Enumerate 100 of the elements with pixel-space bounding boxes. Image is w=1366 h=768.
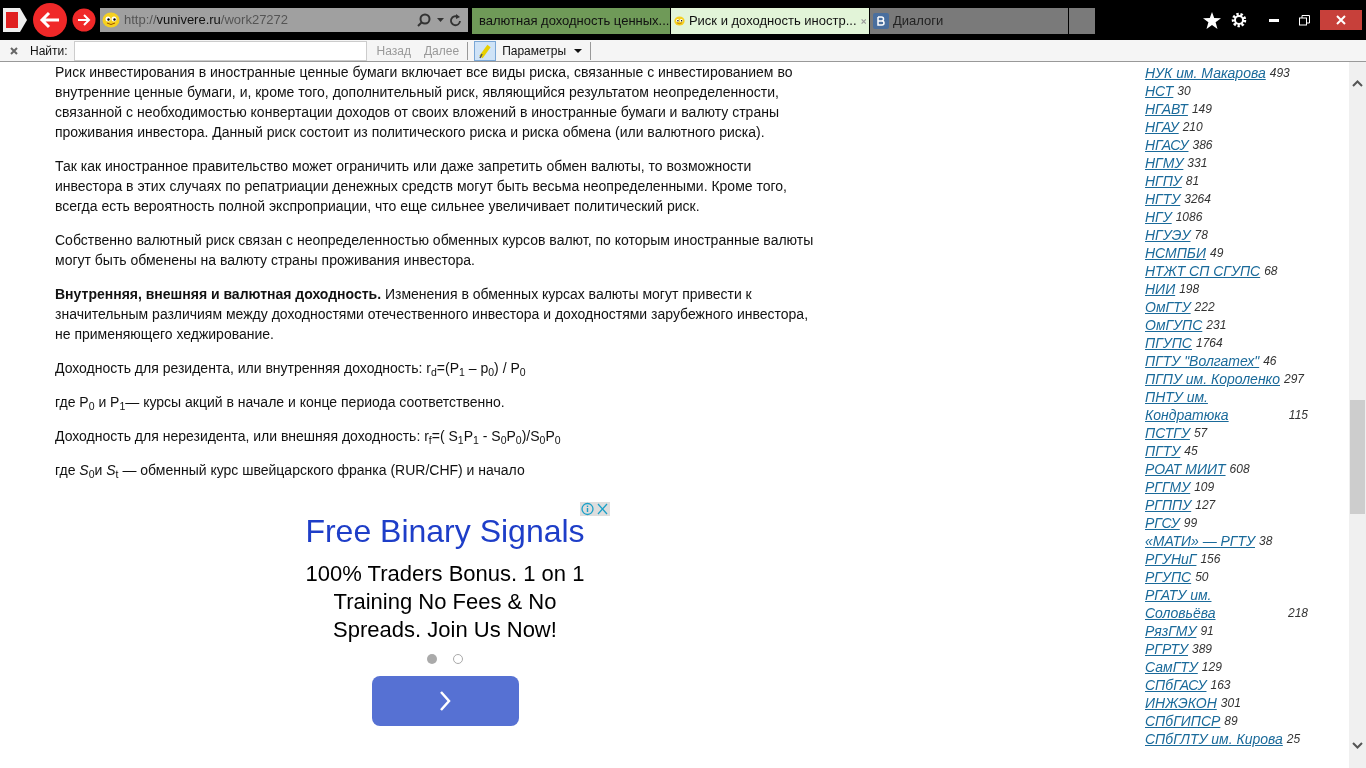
chevron-right-icon bbox=[439, 690, 451, 712]
scrollbar[interactable] bbox=[1349, 62, 1366, 768]
count-text: 1086 bbox=[1175, 209, 1203, 226]
sidebar-link[interactable]: РГАТУ им. Соловьёва bbox=[1145, 586, 1284, 622]
find-label: Найти: bbox=[30, 42, 68, 60]
count-text: 68 bbox=[1264, 263, 1278, 280]
sidebar-link[interactable]: РГРТУ bbox=[1145, 640, 1188, 658]
sidebar-link[interactable]: НГАСУ bbox=[1145, 136, 1189, 154]
sidebar-link[interactable]: СамГТУ bbox=[1145, 658, 1198, 676]
ad-headline[interactable]: Free Binary Signals bbox=[305, 512, 585, 550]
count-text: 493 bbox=[1269, 65, 1290, 82]
sidebar-link[interactable]: РГСУ bbox=[1145, 514, 1180, 532]
sidebar-link[interactable]: ОмГУПС bbox=[1145, 316, 1203, 334]
next-button[interactable] bbox=[371, 676, 519, 726]
sidebar-link[interactable]: НГПУ bbox=[1145, 172, 1182, 190]
sidebar-link[interactable]: НГУЭУ bbox=[1145, 226, 1191, 244]
back-icon[interactable] bbox=[32, 2, 68, 38]
count-text: 99 bbox=[1183, 515, 1198, 532]
count-text: 1764 bbox=[1195, 335, 1223, 352]
find-field[interactable] bbox=[73, 40, 367, 61]
settings-icon[interactable] bbox=[1231, 12, 1247, 28]
count-text: 301 bbox=[1220, 695, 1241, 712]
smiley-icon bbox=[102, 12, 120, 28]
count-text: 45 bbox=[1184, 443, 1198, 460]
sidebar-link[interactable]: НГТУ bbox=[1145, 190, 1181, 208]
count-text: 163 bbox=[1210, 677, 1231, 694]
search-icon[interactable] bbox=[417, 13, 431, 27]
count-text: 149 bbox=[1191, 101, 1212, 118]
scroll-up-icon[interactable] bbox=[1352, 80, 1363, 87]
minimize-icon[interactable] bbox=[1269, 18, 1279, 22]
sidebar-link[interactable]: РГГМУ bbox=[1145, 478, 1191, 496]
close-window-button[interactable] bbox=[1320, 10, 1362, 30]
dropdown-icon bbox=[574, 48, 583, 53]
sidebar-link[interactable]: РГУНиГ bbox=[1145, 550, 1197, 568]
sidebar-link[interactable]: РОАТ МИИТ bbox=[1145, 460, 1226, 478]
sidebar-link[interactable]: ПНТУ им. Кондратюка bbox=[1145, 388, 1285, 424]
paragraph: Риск инвестирования в иностранные ценные бумаги включает все виды риска, связанные с инвестированием во внутренние ценные бумаги, и, кроме того, дополнительный риск, являющийся результатом неопределенности, связанной с необходимостью конвертации доходов от своих вложений в иностранные бумаги и валюту страны проживания инвестора. Данный риск состоит из политического риска и риска обмена (или валютного риска). bbox=[55, 63, 794, 142]
forward-icon[interactable] bbox=[72, 8, 96, 32]
close-icon[interactable] bbox=[10, 46, 18, 55]
count-text: 127 bbox=[1195, 497, 1216, 514]
sidebar-link[interactable]: НГУ bbox=[1145, 208, 1172, 226]
sidebar-link[interactable]: ИНЖЭКОН bbox=[1145, 694, 1217, 712]
browser-tab[interactable]: Диалоги bbox=[870, 8, 1069, 34]
count-text: 78 bbox=[1194, 227, 1208, 244]
address-bar[interactable]: http://vunivere.ru/work27272 bbox=[100, 8, 468, 32]
sidebar-link[interactable]: ОмГТУ bbox=[1145, 298, 1191, 316]
browser-tab[interactable]: валютная доходность ценных... bbox=[472, 8, 671, 34]
count-text: 389 bbox=[1192, 641, 1213, 658]
count-text: 218 bbox=[1287, 605, 1308, 622]
sidebar-link[interactable]: НГМУ bbox=[1145, 154, 1184, 172]
count-text: 231 bbox=[1206, 317, 1227, 334]
sidebar-link[interactable]: РГУПС bbox=[1145, 568, 1192, 586]
count-text: 115 bbox=[1288, 407, 1308, 424]
smiley-icon bbox=[674, 13, 685, 29]
sidebar-link[interactable]: ПГТУ bbox=[1145, 442, 1181, 460]
sidebar-link[interactable]: НГАВТ bbox=[1145, 100, 1188, 118]
sidebar-link[interactable]: СПбГЛТУ им. Кирова bbox=[1145, 730, 1283, 748]
count-text: 3264 bbox=[1184, 191, 1211, 208]
paragraph: Доходность для нерезидента, или внешняя доходность: r$_{f}$=( S$_{1}$P$_{1}$ - S$_{0}$P$_{0}$)/S$_{0}$P$_{0}$ bbox=[55, 427, 562, 446]
refresh-icon[interactable] bbox=[450, 13, 462, 27]
sidebar-link[interactable]: НТЖТ СП СГУПС bbox=[1145, 262, 1261, 280]
sidebar-link[interactable]: ПГТУ "Волгатех" bbox=[1145, 352, 1260, 370]
paragraph: Доходность для резидента, или внутренняя доходность: r$_{d}$=(P$_{1}$ – p$_{0}$) / P$_{0}$ bbox=[55, 359, 527, 378]
sidebar-link[interactable]: ПСТГУ bbox=[1145, 424, 1190, 442]
sidebar-link[interactable]: СПбГИПСР bbox=[1145, 712, 1221, 730]
paragraph: где S$_{0}$и S$_{t}$ — обменный курс швейцарского франка (RUR/CHF) и начало bbox=[55, 461, 526, 480]
sidebar-link[interactable]: ПГУПС bbox=[1145, 334, 1192, 352]
count-text: 30 bbox=[1177, 83, 1191, 100]
sidebar-link[interactable]: ПГПУ им. Короленко bbox=[1145, 370, 1280, 388]
count-text: 608 bbox=[1229, 461, 1250, 478]
sidebar-link[interactable]: НСМПБИ bbox=[1145, 244, 1206, 262]
sidebar-link[interactable]: НИИ bbox=[1145, 280, 1176, 298]
scroll-down-icon[interactable] bbox=[1352, 742, 1363, 749]
dropdown-icon[interactable] bbox=[437, 18, 444, 22]
sidebar-link[interactable]: РГППУ bbox=[1145, 496, 1192, 514]
count-text: 91 bbox=[1200, 623, 1214, 640]
count-text: 46 bbox=[1263, 353, 1277, 370]
count-text: 38 bbox=[1259, 533, 1273, 550]
count-text: 50 bbox=[1195, 569, 1209, 586]
paragraph: Внутренняя, внешняя и валютная доходность. Изменения в обменных курсах валюты могут привести к значительным различиям между доходностями отечественного инвестора и доходностями зарубежного инвестора, не применяющего хеджирование. bbox=[55, 285, 810, 344]
favorites-star-icon[interactable] bbox=[1203, 11, 1221, 29]
count-text: 297 bbox=[1284, 371, 1305, 388]
sidebar-link[interactable]: СПбГАСУ bbox=[1145, 676, 1207, 694]
count-text: 57 bbox=[1193, 425, 1208, 442]
count-text: 222 bbox=[1194, 299, 1215, 316]
options-button[interactable]: Параметры bbox=[502, 41, 583, 60]
paragraph: Собственно валютный риск связан с неопределенностью обменных курсов валют, по которым иностранные валюты могут быть обменены на валюту страны проживания инвестора. bbox=[55, 231, 815, 270]
sidebar-link[interactable]: РязГМУ bbox=[1145, 622, 1197, 640]
ad-text: 100% Traders Bonus. 1 on 1 Training No Fees & No Spreads. Join Us Now! bbox=[304, 560, 586, 644]
restore-icon[interactable] bbox=[1299, 14, 1310, 26]
browser-tab[interactable]: Риск и доходность иностр... bbox=[671, 8, 870, 34]
count-text: 89 bbox=[1224, 713, 1238, 730]
sidebar-link[interactable]: НГАУ bbox=[1145, 118, 1179, 136]
paragraph: Так как иностранное правительство может ограничить или даже запретить обмен валюты, то возможности инвестора в этих случаях по репатриации денежных средств могут быть весьма неопределенными. Кроме того, всегда есть вероятность полной экспроприации, что еще сильнее увеличивает политический риск. bbox=[55, 157, 788, 216]
count-text: 129 bbox=[1201, 659, 1222, 676]
scroll-thumb[interactable] bbox=[1350, 400, 1365, 514]
sidebar-link[interactable]: «МАТИ» — РГТУ bbox=[1145, 532, 1255, 550]
sidebar-link[interactable]: НУК им. Макарова bbox=[1145, 64, 1266, 82]
logo-icon[interactable] bbox=[2, 6, 28, 34]
sidebar-link[interactable]: НСТ bbox=[1145, 82, 1174, 100]
